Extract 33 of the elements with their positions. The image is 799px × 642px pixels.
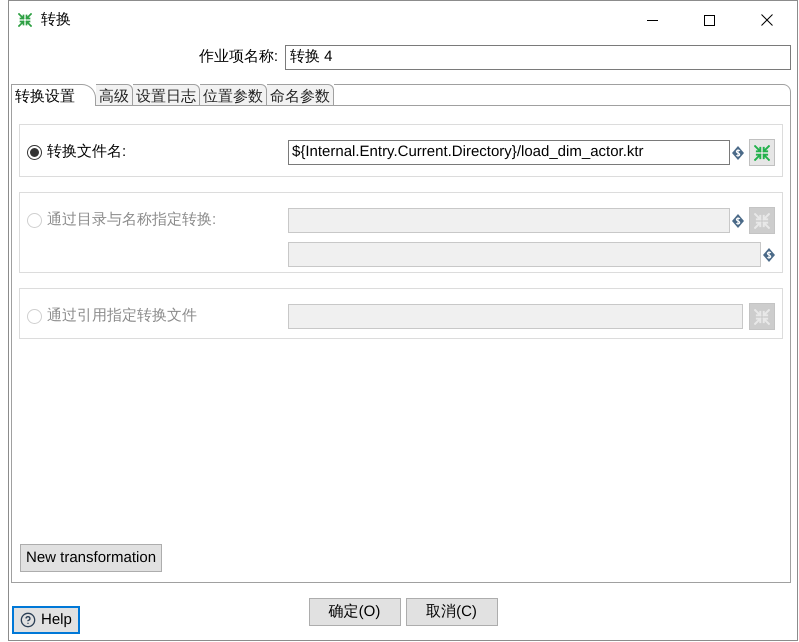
close-icon	[760, 14, 772, 26]
help-button[interactable]: Help	[12, 606, 80, 634]
tab[interactable]: 命名参数	[267, 84, 334, 106]
text-field[interactable]	[288, 242, 761, 267]
tab[interactable]: 位置参数	[200, 84, 267, 106]
inward-arrows-icon	[18, 13, 32, 27]
new-transformation-button[interactable]: New transformation	[20, 544, 162, 572]
tab[interactable]: 转换设置	[11, 84, 96, 106]
help-icon	[20, 612, 36, 628]
window-title: 转换	[41, 10, 71, 30]
dialog-button[interactable]: 确定(O)	[308, 598, 400, 626]
text-field[interactable]: ${Internal.Entry.Current.Directory}/load_dim_actor.ktr	[288, 140, 730, 165]
text-field[interactable]	[288, 304, 743, 329]
browse-button[interactable]	[749, 207, 775, 234]
text-field[interactable]	[288, 208, 730, 233]
option-label: 通过目录与名称指定转换:	[47, 210, 216, 230]
radio-button[interactable]	[27, 145, 42, 160]
job-name-field[interactable]: 转换 4	[285, 45, 791, 70]
browse-button[interactable]	[749, 139, 775, 166]
dialog-button[interactable]: 取消(C)	[406, 598, 498, 626]
dollar-diamond-icon[interactable]	[732, 214, 744, 228]
dollar-diamond-icon[interactable]	[763, 248, 775, 262]
inward-arrows-icon	[754, 144, 770, 160]
job-name-label: 作业项名称:	[198, 47, 278, 68]
dollar-diamond-icon[interactable]	[732, 146, 744, 160]
maximize-icon	[704, 14, 715, 26]
browse-button[interactable]	[749, 303, 775, 330]
option-label: 转换文件名:	[47, 142, 126, 162]
tab[interactable]: 设置日志	[133, 84, 200, 106]
option-label: 通过引用指定转换文件	[47, 306, 197, 326]
inward-arrows-icon	[754, 308, 770, 324]
inward-arrows-icon	[754, 212, 770, 228]
tab[interactable]: 高级	[96, 84, 133, 106]
